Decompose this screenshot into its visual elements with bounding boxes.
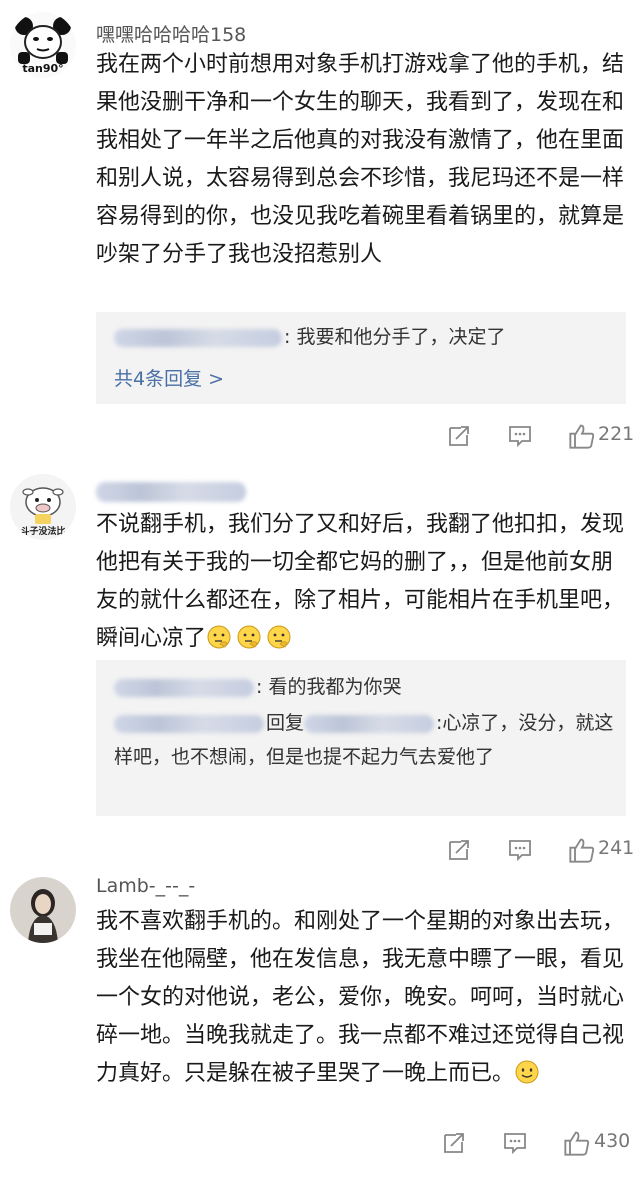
username[interactable]: Lamb-_--_- [96, 875, 195, 897]
like-count: 241 [598, 837, 635, 859]
thumbs-up-icon[interactable] [568, 422, 596, 450]
reply-line: : 看的我都为你哭 [114, 670, 614, 704]
comment-item: 斗子没法比 不说翻手机，我们分了又和好后，我翻了他扣扣，发现他把有关于我的一切全… [0, 460, 640, 865]
blurred-username [114, 714, 264, 733]
blurred-username [304, 714, 435, 733]
share-icon[interactable] [447, 424, 471, 448]
blurred-username [114, 678, 254, 697]
girl-photo-avatar-icon [10, 877, 76, 943]
thinking-emoji-icon [207, 625, 231, 649]
thumbs-up-icon[interactable] [568, 836, 596, 864]
action-bar: 430 [0, 1127, 640, 1161]
reply-text: : 我要和他分手了，决定了 [284, 326, 506, 348]
smile-emoji-icon [515, 1060, 539, 1084]
avatar-label: 斗子没法比 [20, 527, 66, 537]
username[interactable]: 嘿嘿哈哈哈哈158 [96, 20, 246, 47]
comment-text: 我在两个小时前想用对象手机打游戏拿了他的手机，结果他没删干净和一个女生的聊天，我… [96, 52, 625, 267]
action-bar: 241 [0, 834, 640, 868]
comment-icon[interactable] [508, 838, 532, 862]
share-icon[interactable] [442, 1131, 466, 1155]
like-count: 221 [598, 423, 635, 445]
thumbs-up-icon[interactable] [563, 1129, 591, 1157]
reply-text: : 看的我都为你哭 [256, 676, 402, 698]
reply-to-label: 回复 [266, 712, 305, 734]
thinking-emoji-icon [237, 625, 261, 649]
avatar[interactable] [10, 877, 76, 943]
username[interactable] [96, 480, 248, 502]
more-replies-link[interactable]: 共4条回复 > [114, 364, 224, 391]
comment-item: Lamb-_--_- 我不喜欢翻手机的。和刚处了一个星期的对象出去玩，我坐在他隔… [0, 865, 640, 1181]
comment-text: 不说翻手机，我们分了又和好后，我翻了他扣扣，发现他把有关于我的一切全都它妈的删了… [96, 506, 626, 658]
reply-line: 回复:心凉了，没分，就这样吧，也不想闹，但是也提不起力气去爱他了 [114, 706, 614, 774]
reply-box[interactable]: : 我要和他分手了，决定了 共4条回复 > [96, 312, 626, 404]
comment-icon[interactable] [508, 424, 532, 448]
blurred-username [114, 328, 282, 347]
comment-item: tan90° 嘿嘿哈哈哈哈158 我在两个小时前想用对象手机打游戏拿了他的手机，… [0, 0, 640, 460]
avatar[interactable]: tan90° [10, 12, 76, 78]
avatar[interactable]: 斗子没法比 [10, 474, 76, 540]
like-count: 430 [594, 1130, 631, 1152]
blurred-username [96, 481, 246, 502]
comment-icon[interactable] [503, 1131, 527, 1155]
share-icon[interactable] [447, 838, 471, 862]
comment-text-content: 不说翻手机，我们分了又和好后，我翻了他扣扣，发现他把有关于我的一切全都它妈的删了… [96, 512, 625, 651]
avatar-label: tan90° [22, 62, 64, 75]
reply-line: : 我要和他分手了，决定了 [114, 320, 614, 354]
comment-text: 我不喜欢翻手机的。和刚处了一个星期的对象出去玩，我坐在他隔壁，他在发信息，我无意… [96, 903, 626, 1093]
comment-text-content: 我不喜欢翻手机的。和刚处了一个星期的对象出去玩，我坐在他隔壁，他在发信息，我无意… [96, 909, 625, 1086]
reply-box[interactable]: : 看的我都为你哭 回复:心凉了，没分，就这样吧，也不想闹，但是也提不起力气去爱… [96, 660, 626, 816]
thinking-emoji-icon [267, 625, 291, 649]
action-bar: 221 [0, 420, 640, 454]
